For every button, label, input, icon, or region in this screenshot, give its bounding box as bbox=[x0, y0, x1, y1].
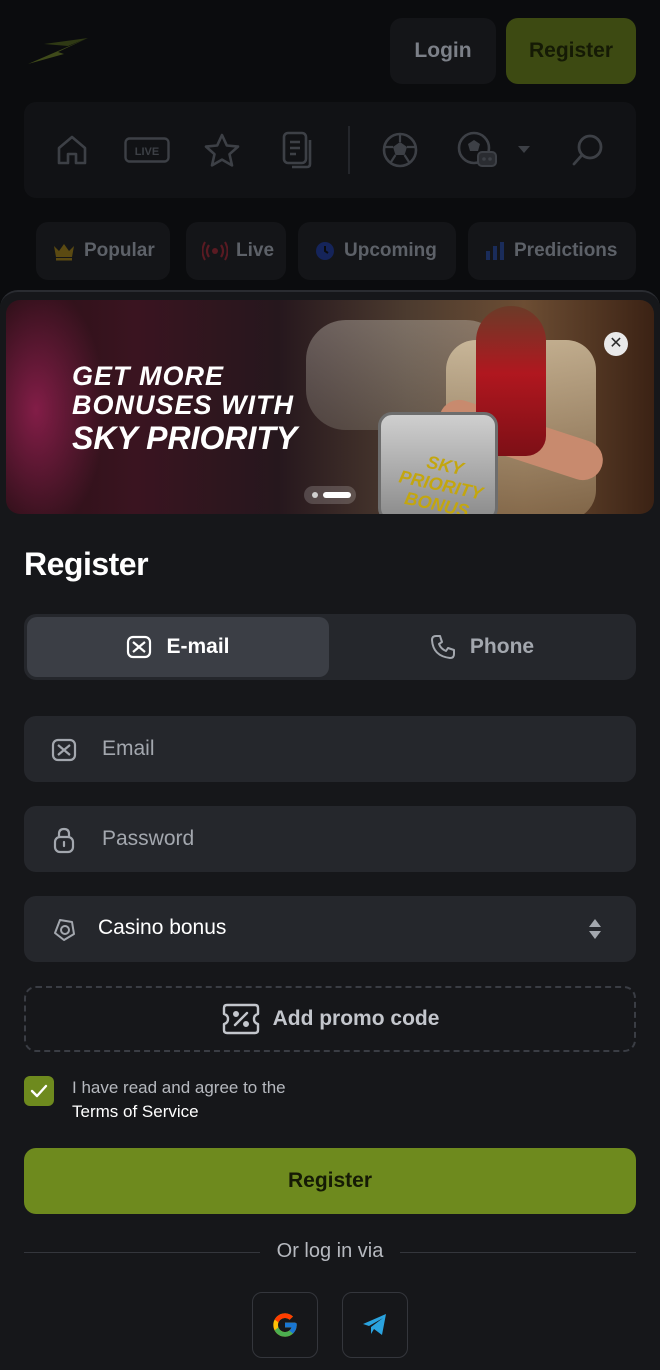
or-login-label: Or log in via bbox=[276, 1240, 384, 1262]
bar-chart-icon bbox=[486, 242, 504, 260]
header-register-button[interactable]: Register bbox=[506, 18, 636, 84]
checkmark-icon bbox=[30, 1084, 48, 1098]
email-input[interactable] bbox=[102, 716, 612, 782]
star-icon[interactable] bbox=[202, 130, 242, 170]
divider-line bbox=[400, 1252, 636, 1253]
pagination-dot-active[interactable] bbox=[323, 492, 351, 498]
chip-upcoming[interactable]: Upcoming bbox=[298, 222, 456, 280]
chip-predictions[interactable]: Predictions bbox=[468, 222, 636, 280]
terms-agree-text: I have read and agree to the bbox=[72, 1078, 286, 1097]
terms-agreement: I have read and agree to the Terms of Se… bbox=[24, 1076, 636, 1126]
or-login-divider: Or log in via bbox=[24, 1240, 636, 1264]
soccer-ball-icon[interactable] bbox=[380, 130, 420, 170]
mail-icon bbox=[51, 738, 77, 762]
broadcast-icon bbox=[202, 241, 228, 261]
lock-icon bbox=[53, 827, 75, 854]
password-input[interactable] bbox=[102, 806, 612, 872]
bonus-select-value: Casino bonus bbox=[98, 916, 227, 939]
clock-icon bbox=[316, 242, 334, 260]
email-field[interactable] bbox=[24, 716, 636, 782]
telegram-login-button[interactable] bbox=[342, 1292, 408, 1358]
google-icon bbox=[273, 1313, 297, 1337]
terms-of-service-link[interactable]: Terms of Service bbox=[72, 1100, 199, 1124]
phone-icon bbox=[430, 635, 455, 659]
banner-line-2: BONUSES WITH bbox=[72, 390, 295, 420]
password-field[interactable] bbox=[24, 806, 636, 872]
register-modal: SKY PRIORITY BONUS GET MORE BONUSES WITH… bbox=[0, 290, 660, 1370]
terms-checkbox[interactable] bbox=[24, 1076, 54, 1106]
chip-label: Popular bbox=[84, 240, 155, 261]
banner-headline: GET MORE BONUSES WITH SKY PRIORITY bbox=[72, 361, 298, 456]
esports-ball-icon[interactable] bbox=[456, 130, 500, 170]
register-method-tabs: E-mail Phone bbox=[24, 614, 636, 680]
pagination-dot[interactable] bbox=[312, 492, 318, 498]
casino-chip-icon bbox=[54, 919, 75, 941]
tab-email-label: E-mail bbox=[166, 635, 230, 658]
banner-pagination[interactable] bbox=[304, 486, 356, 504]
live-icon[interactable]: LIVE bbox=[124, 130, 170, 170]
login-button[interactable]: Login bbox=[390, 18, 496, 84]
register-submit-button[interactable]: Register bbox=[24, 1148, 636, 1214]
crown-icon bbox=[54, 244, 74, 261]
search-icon[interactable] bbox=[568, 130, 608, 170]
select-arrows-icon bbox=[589, 919, 601, 939]
brand-logo[interactable] bbox=[24, 30, 94, 70]
add-promo-code-label: Add promo code bbox=[272, 1007, 440, 1030]
chip-live[interactable]: Live bbox=[186, 222, 286, 280]
tab-phone-label: Phone bbox=[469, 635, 535, 658]
main-nav: LIVE bbox=[24, 102, 636, 198]
chip-popular[interactable]: Popular bbox=[36, 222, 170, 280]
divider-line bbox=[24, 1252, 260, 1253]
home-icon[interactable] bbox=[52, 130, 92, 170]
banner-suitcase-art: SKY PRIORITY BONUS bbox=[378, 412, 498, 514]
register-title: Register bbox=[24, 546, 149, 582]
promo-banner[interactable]: SKY PRIORITY BONUS GET MORE BONUSES WITH… bbox=[6, 300, 654, 514]
tab-phone[interactable]: Phone bbox=[331, 617, 633, 677]
banner-line-3: SKY PRIORITY bbox=[72, 420, 298, 456]
add-promo-code-button[interactable]: Add promo code bbox=[24, 986, 636, 1052]
bonus-select[interactable]: Casino bonus bbox=[24, 896, 636, 962]
ticket-percent-icon bbox=[222, 1003, 259, 1035]
top-bar: Login Register bbox=[24, 18, 636, 84]
live-badge-text: LIVE bbox=[135, 146, 159, 158]
betslip-icon[interactable] bbox=[278, 130, 318, 170]
tab-email[interactable]: E-mail bbox=[27, 617, 329, 677]
telegram-icon bbox=[363, 1314, 386, 1335]
google-login-button[interactable] bbox=[252, 1292, 318, 1358]
close-icon[interactable]: ✕ bbox=[604, 332, 628, 356]
chip-label: Live bbox=[236, 240, 275, 261]
nav-separator bbox=[348, 126, 350, 174]
banner-case-label: SKY PRIORITY BONUS bbox=[397, 451, 485, 514]
category-chips: Popular Live Upcoming Predictions bbox=[36, 222, 636, 282]
banner-line-1: GET MORE bbox=[72, 361, 225, 391]
chip-label: Upcoming bbox=[344, 240, 437, 261]
mail-icon bbox=[127, 635, 152, 659]
chevron-down-icon[interactable] bbox=[516, 130, 532, 170]
background-page: Login Register LIVE Popular Live Upcomin… bbox=[0, 0, 660, 300]
chip-label: Predictions bbox=[514, 240, 618, 261]
